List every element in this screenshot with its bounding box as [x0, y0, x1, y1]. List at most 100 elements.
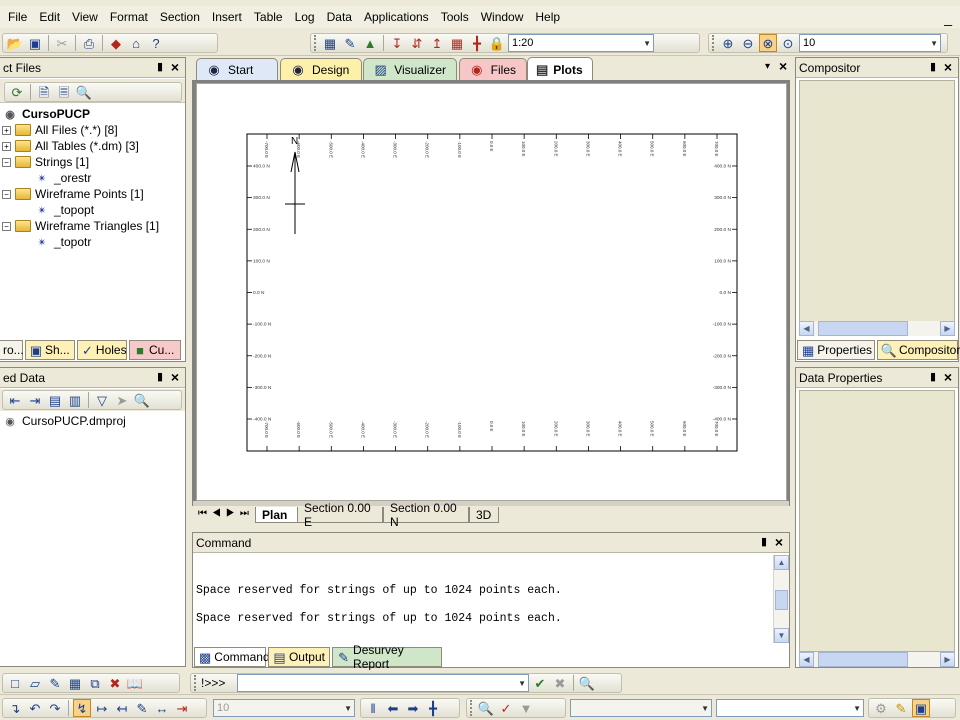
cancel-icon[interactable]: ✖	[551, 674, 569, 692]
curve-icon[interactable]: ↶	[26, 699, 44, 717]
menu-log[interactable]: Log	[289, 6, 321, 28]
table-icon[interactable]: ▦	[66, 674, 84, 692]
zoom-combo[interactable]: 10 ▼	[799, 34, 941, 52]
cross-grid-icon[interactable]: ╋	[468, 34, 486, 52]
tab-3d[interactable]: 3D	[469, 507, 499, 523]
menu-help[interactable]: Help	[529, 6, 566, 28]
tree-root[interactable]: ◉ CursoPUCP	[2, 106, 90, 122]
tab-plan[interactable]: Plan	[255, 507, 301, 523]
tab-compositor[interactable]: 🔍 Compositor	[877, 340, 960, 360]
scroll-up-icon[interactable]: ▲	[774, 555, 789, 570]
scroll-thumb[interactable]	[818, 652, 908, 667]
refresh-icon[interactable]: ⟳	[8, 83, 26, 101]
compositor-hscroll[interactable]: ◀ ▶	[799, 321, 955, 336]
chevron-down-icon[interactable]: ▼	[344, 704, 352, 713]
tab-plots[interactable]: ▤ Plots	[527, 57, 593, 81]
menu-section[interactable]: Section	[154, 6, 206, 28]
bottom-value-combo[interactable]: 10 ▼	[213, 699, 355, 717]
edit-string-icon[interactable]: ✎	[133, 699, 151, 717]
edit-form-icon[interactable]: ✎	[341, 34, 359, 52]
chevron-down-icon[interactable]: ▼	[853, 704, 861, 713]
scroll-right-icon[interactable]: ▶	[940, 321, 955, 336]
digitize-icon[interactable]: ↯	[73, 699, 91, 717]
filter-icon[interactable]: ▽	[93, 391, 111, 409]
plan-plot[interactable]: -700.0 E-700.0 E-600.0 E-600.0 E-500.0 E…	[197, 84, 788, 502]
tab-output[interactable]: ▤ Output	[268, 647, 330, 667]
marker-icon[interactable]: ▼	[517, 699, 535, 717]
tab-visualizer[interactable]: ▨ Visualizer	[363, 58, 457, 80]
export-icon[interactable]: ➤	[113, 391, 131, 409]
tree-item-all-tables[interactable]: + All Tables (*.dm) [3]	[2, 138, 139, 154]
section-split-icon[interactable]: ⇵	[408, 34, 426, 52]
menu-view[interactable]: View	[66, 6, 104, 28]
menu-data[interactable]: Data	[321, 6, 358, 28]
tree-item-topopt[interactable]: ✴ _topopt	[34, 202, 94, 218]
scroll-left-icon[interactable]: ◀	[799, 652, 814, 667]
curve-alt-icon[interactable]: ↷	[46, 699, 64, 717]
chevron-down-icon[interactable]: ▼	[701, 704, 709, 713]
tab-design[interactable]: ◉ Design	[280, 58, 362, 80]
move-icon[interactable]: ↔	[153, 699, 171, 717]
data-icon[interactable]: ▲	[361, 34, 379, 52]
tab-command[interactable]: ▩ Command	[194, 647, 270, 667]
tab-section-e[interactable]: Section 0.00 E	[297, 501, 383, 529]
new-string-icon[interactable]: ↴	[6, 699, 24, 717]
unload-icon[interactable]: ⇥	[26, 391, 44, 409]
menu-table[interactable]: Table	[248, 6, 289, 28]
chevron-down-icon[interactable]: ▼	[518, 679, 526, 688]
tab-cut[interactable]: ■ Cu...	[129, 340, 181, 360]
layers-icon[interactable]: ◆	[107, 34, 125, 52]
home-icon[interactable]: ⌂	[127, 34, 145, 52]
zoom-window-icon[interactable]: ⊙	[779, 34, 797, 52]
find-file-icon[interactable]: 🔍	[75, 83, 93, 101]
book-icon[interactable]: 📖	[126, 674, 144, 692]
pin-icon[interactable]: ▮	[761, 535, 767, 548]
zoom-extents-icon[interactable]: ⊗	[759, 34, 777, 52]
tree-item-wireframe-points[interactable]: − Wireframe Points [1]	[2, 186, 144, 202]
tree-item-topotr[interactable]: ✴ _topotr	[34, 234, 91, 250]
scroll-down-icon[interactable]: ▼	[774, 628, 789, 643]
tab-sheets[interactable]: ▣ Sh...	[25, 340, 75, 360]
help-icon[interactable]: ?	[147, 34, 165, 52]
tree-item-project[interactable]: ◉ CursoPUCP.dmproj	[2, 413, 126, 429]
pin-icon[interactable]: ▮	[157, 370, 163, 383]
spellcheck-icon[interactable]: ✓	[497, 699, 515, 717]
chevron-down-icon[interactable]: ▼	[930, 39, 938, 48]
tab-holes[interactable]: ✓ Holes	[77, 340, 127, 360]
close-icon[interactable]: ×	[775, 534, 783, 550]
arrow-left-icon[interactable]: ⬅	[384, 699, 402, 717]
grid-icon[interactable]: ▦	[321, 34, 339, 52]
scroll-right-icon[interactable]: ▶	[940, 652, 955, 667]
find-command-icon[interactable]: 🔍	[578, 674, 596, 692]
zoom-in-icon[interactable]: ⊕	[719, 34, 737, 52]
expand-icon[interactable]: +	[2, 125, 11, 135]
notes-icon[interactable]: ✎	[46, 674, 64, 692]
collapse-icon[interactable]: −	[2, 189, 11, 199]
scale-combo[interactable]: 1:20 ▼	[508, 34, 654, 52]
tree-item-all-files[interactable]: + All Files (*.*) [8]	[2, 122, 118, 138]
style-combo[interactable]: ▼	[570, 699, 712, 717]
find-data-icon[interactable]: 🔍	[133, 391, 151, 409]
menu-format[interactable]: Format	[104, 6, 154, 28]
section-down-icon[interactable]: ↥	[428, 34, 446, 52]
menu-tools[interactable]: Tools	[435, 6, 475, 28]
copy-icon[interactable]: ⧉	[86, 674, 104, 692]
lock-icon[interactable]: 🔒	[488, 34, 506, 52]
zoom-out-icon[interactable]: ⊖	[739, 34, 757, 52]
join-icon[interactable]: ↤	[113, 699, 131, 717]
save-icon[interactable]: ▣	[26, 34, 44, 52]
collapse-icon[interactable]: −	[2, 157, 11, 167]
delete-icon[interactable]: ✖	[106, 674, 124, 692]
menu-file[interactable]: File	[0, 6, 33, 28]
open-folder-icon[interactable]: 📂	[6, 34, 24, 52]
cell-grid-icon[interactable]: ▦	[448, 34, 466, 52]
close-icon[interactable]: ×	[944, 59, 952, 75]
menu-window[interactable]: Window	[475, 6, 530, 28]
minimize-icon[interactable]: _	[944, 10, 952, 26]
run-icon[interactable]: ✔	[531, 674, 549, 692]
scroll-left-icon[interactable]: ◀	[799, 321, 814, 336]
chevron-down-icon[interactable]: ▼	[643, 39, 651, 48]
load-icon[interactable]: ⇤	[6, 391, 24, 409]
config-icon[interactable]: ⚙	[872, 699, 890, 717]
arrow-right-icon[interactable]: ➡	[404, 699, 422, 717]
